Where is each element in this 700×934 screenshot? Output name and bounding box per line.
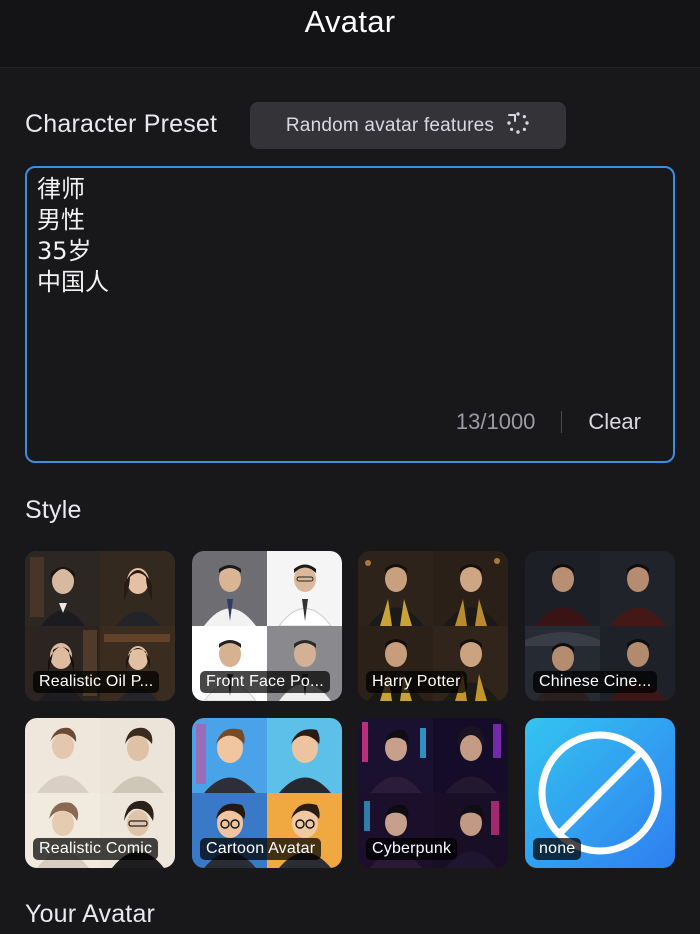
clear-button[interactable]: Clear	[588, 409, 641, 435]
style-grid: Realistic Oil P... Front Face Po... Harr…	[25, 551, 675, 869]
preset-line: 律师	[37, 175, 85, 203]
style-option-cartoon-avatar[interactable]: Cartoon Avatar	[192, 718, 342, 868]
portrait-image	[600, 551, 675, 626]
style-option-harry-potter[interactable]: Harry Potter	[358, 551, 508, 701]
your-avatar-label: Your Avatar	[25, 900, 156, 928]
refresh-dotted-icon	[506, 111, 530, 141]
style-option-front-face[interactable]: Front Face Po...	[192, 551, 342, 701]
portrait-image	[100, 718, 175, 793]
style-option-label: Front Face Po...	[200, 671, 330, 693]
page-title: Avatar	[304, 4, 396, 39]
style-label: Style	[25, 496, 82, 524]
style-thumbnail	[433, 718, 508, 793]
style-option-cyberpunk[interactable]: Cyberpunk	[358, 718, 508, 868]
style-thumbnail	[358, 551, 433, 626]
style-option-label: Realistic Oil P...	[33, 671, 160, 693]
style-thumbnail	[358, 718, 433, 793]
style-thumbnail	[525, 551, 600, 626]
portrait-image	[358, 718, 433, 793]
top-bar: Avatar	[0, 0, 700, 68]
character-preset-textarea[interactable]: 律师 男性 35岁 中国人 13/1000 Clear	[25, 166, 675, 463]
portrait-image	[358, 551, 433, 626]
portrait-image	[525, 551, 600, 626]
style-thumbnail	[600, 551, 675, 626]
portrait-image	[192, 551, 267, 626]
style-thumbnail	[100, 551, 175, 626]
portrait-image	[433, 718, 508, 793]
portrait-image	[192, 718, 267, 793]
character-count: 13/1000	[455, 409, 536, 434]
style-option-none[interactable]: none	[525, 718, 675, 868]
style-thumbnail	[25, 551, 100, 626]
preset-line: 35岁	[37, 237, 92, 265]
style-option-label: Cartoon Avatar	[200, 838, 322, 860]
style-thumbnail	[192, 718, 267, 793]
portrait-image	[433, 551, 508, 626]
preset-footer: 13/1000 Clear	[456, 409, 641, 435]
preset-text: 律师 男性 35岁 中国人	[37, 174, 109, 298]
style-option-label: none	[533, 838, 582, 860]
style-option-label: Chinese Cine...	[533, 671, 658, 693]
random-avatar-features-button[interactable]: Random avatar features	[250, 102, 566, 149]
style-thumbnail	[267, 718, 342, 793]
portrait-image	[25, 551, 100, 626]
style-thumbnail	[267, 551, 342, 626]
style-thumbnail	[433, 551, 508, 626]
style-option-realistic-comic[interactable]: Realistic Comic	[25, 718, 175, 868]
portrait-image	[267, 551, 342, 626]
style-option-label: Realistic Comic	[33, 838, 159, 860]
preset-line: 男性	[37, 206, 85, 234]
style-option-chinese-cinematic[interactable]: Chinese Cine...	[525, 551, 675, 701]
style-thumbnail	[25, 718, 100, 793]
style-option-realistic-oil[interactable]: Realistic Oil P...	[25, 551, 175, 701]
preset-line: 中国人	[37, 268, 109, 296]
random-avatar-features-label: Random avatar features	[285, 114, 495, 136]
style-thumbnail	[192, 551, 267, 626]
character-preset-label: Character Preset	[25, 110, 218, 138]
portrait-image	[100, 551, 175, 626]
style-option-label: Harry Potter	[366, 671, 467, 693]
portrait-image	[267, 718, 342, 793]
footer-divider	[561, 411, 563, 433]
style-option-label: Cyberpunk	[366, 838, 458, 860]
portrait-image	[25, 718, 100, 793]
style-thumbnail	[100, 718, 175, 793]
